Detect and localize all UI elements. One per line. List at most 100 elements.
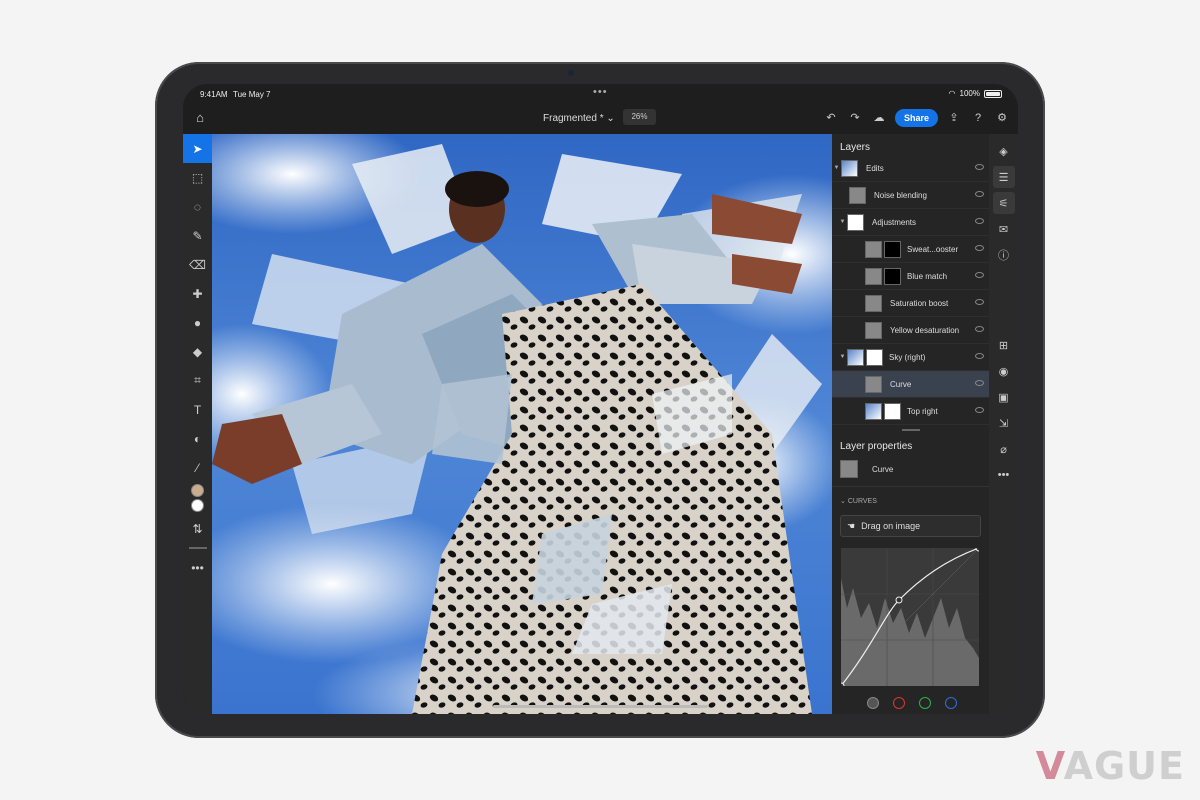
dodge-tool-icon[interactable]: ●: [183, 308, 212, 337]
home-icon[interactable]: ⌂: [191, 110, 209, 128]
layer-row-sky-right[interactable]: ▼ Sky (right): [832, 344, 989, 371]
help-icon[interactable]: ?: [970, 110, 986, 126]
mask-icon[interactable]: ▣: [993, 386, 1015, 408]
layer-row-blue-match[interactable]: Blue match: [832, 263, 989, 290]
clear-icon[interactable]: ⌀: [993, 438, 1015, 460]
layer-name: Blue match: [907, 271, 948, 281]
curve-point-mid[interactable]: [895, 596, 903, 604]
app-topbar: ⌂ Fragmented * ⌄ 26% ↶ ↷ ☁ Share ⇪ ? ⚙: [183, 104, 1018, 134]
multitask-dots-icon[interactable]: •••: [593, 86, 608, 98]
visibility-eye-icon[interactable]: [975, 407, 984, 413]
status-time: 9:41AM: [200, 90, 228, 99]
collapse-caret-icon[interactable]: ▼: [832, 165, 841, 171]
settings-gear-icon[interactable]: ⚙: [994, 110, 1010, 126]
channel-rgb-button[interactable]: [867, 697, 879, 709]
wifi-icon: ◠: [948, 89, 956, 98]
visibility-eye-icon[interactable]: [975, 353, 984, 359]
info-icon[interactable]: ⓘ: [993, 244, 1015, 266]
merge-icon[interactable]: ⇲: [993, 412, 1015, 434]
undo-icon[interactable]: ↶: [823, 110, 839, 126]
layer-row-curve[interactable]: Curve: [832, 371, 989, 398]
type-tool-icon[interactable]: T: [183, 395, 212, 424]
home-indicator[interactable]: [493, 705, 708, 708]
cloud-sync-icon[interactable]: ☁: [871, 110, 887, 126]
channel-green-button[interactable]: [919, 697, 931, 709]
properties-sliders-icon[interactable]: ⚟: [992, 192, 1015, 214]
more-tools-icon[interactable]: •••: [183, 553, 212, 582]
visibility-icon[interactable]: ◉: [993, 360, 1015, 382]
right-rail: ◈ ☰ ⚟ ✉ ⓘ ⊞ ◉ ▣ ⇲ ⌀ •••: [989, 134, 1018, 714]
select-tool-icon[interactable]: ➤: [183, 134, 212, 163]
export-icon[interactable]: ⇪: [946, 110, 962, 126]
collapse-caret-icon[interactable]: ▼: [838, 219, 847, 225]
layer-thumbnail: [849, 186, 866, 204]
chevron-down-icon: ⌄: [840, 498, 846, 505]
layer-thumbnail: [847, 213, 864, 231]
document-title: Fragmented *: [543, 113, 604, 124]
layer-row-noise-blending[interactable]: Noise blending: [832, 182, 989, 209]
layers-panel-title: Layers: [840, 142, 871, 153]
zoom-level[interactable]: 26%: [623, 109, 656, 125]
eraser-tool-icon[interactable]: ⌫: [183, 250, 212, 279]
visibility-eye-icon[interactable]: [975, 245, 984, 251]
layer-mask-thumbnail: [884, 267, 901, 285]
layer-thumbnail: [865, 402, 882, 420]
properties-layer-name: Curve: [872, 464, 894, 474]
comment-icon[interactable]: ✉: [993, 218, 1015, 240]
visibility-eye-icon[interactable]: [975, 272, 984, 278]
visibility-eye-icon[interactable]: [975, 326, 984, 332]
channel-blue-button[interactable]: [945, 697, 957, 709]
curves-graph[interactable]: [837, 544, 983, 690]
layer-thumbnail: [865, 321, 882, 339]
layer-thumbnail: [841, 159, 858, 177]
layer-row-sweat-booster[interactable]: Sweat...ooster: [832, 236, 989, 263]
document-title-dropdown[interactable]: Fragmented * ⌄: [543, 113, 615, 124]
foreground-color-swatch[interactable]: [191, 484, 204, 497]
eyedropper-tool-icon[interactable]: ⁄: [183, 453, 212, 482]
healing-tool-icon[interactable]: ✚: [183, 279, 212, 308]
redo-icon[interactable]: ↷: [847, 110, 863, 126]
channel-red-button[interactable]: [893, 697, 905, 709]
curves-section-label: CURVES: [847, 498, 877, 505]
visibility-eye-icon[interactable]: [975, 191, 984, 197]
status-date: Tue May 7: [233, 90, 271, 99]
visibility-eye-icon[interactable]: [975, 164, 984, 170]
tool-bar: ➤ ⬚ ◌ ✎ ⌫ ✚ ● ◆ ⌗ T ◐ ⁄ ⇅ •••: [183, 134, 212, 714]
add-layer-icon[interactable]: ⊞: [993, 334, 1015, 356]
more-options-icon[interactable]: •••: [993, 464, 1015, 486]
hand-drag-icon: ☚: [847, 520, 856, 531]
layer-name: Top right: [907, 406, 938, 416]
crop-tool-icon[interactable]: ⌗: [183, 366, 212, 395]
swap-colors-icon[interactable]: ⇅: [183, 514, 212, 543]
toolbar-divider: [188, 547, 207, 549]
curve-icon: [840, 460, 858, 478]
brush-tool-icon[interactable]: ✎: [183, 221, 212, 250]
share-button[interactable]: Share: [894, 109, 938, 127]
collapse-caret-icon[interactable]: ▼: [838, 354, 847, 360]
layer-thumbnail: [865, 240, 882, 258]
front-camera: [568, 70, 574, 76]
layer-mask-thumbnail: [866, 348, 883, 366]
drag-on-image-button[interactable]: ☚ Drag on image: [840, 515, 981, 537]
background-color-swatch[interactable]: [191, 499, 204, 512]
visibility-eye-icon[interactable]: [975, 299, 984, 305]
layer-name: Sky (right): [889, 352, 926, 362]
image-canvas[interactable]: [212, 134, 832, 714]
chevron-down-icon: ⌄: [606, 113, 615, 124]
adjust-tool-icon[interactable]: ◐: [183, 424, 212, 453]
transform-tool-icon[interactable]: ⬚: [183, 163, 212, 192]
layer-row-saturation-boost[interactable]: Saturation boost: [832, 290, 989, 317]
layer-row-yellow-desaturation[interactable]: Yellow desaturation: [832, 317, 989, 344]
layer-row-top-right[interactable]: Top right: [832, 398, 989, 425]
layer-row-adjustments[interactable]: ▼ Adjustments: [832, 209, 989, 236]
layer-stack-icon[interactable]: ☰: [992, 166, 1015, 188]
panel-resize-handle[interactable]: [901, 429, 920, 431]
layer-properties-title: Layer properties: [840, 441, 913, 452]
visibility-eye-icon[interactable]: [975, 218, 984, 224]
fill-tool-icon[interactable]: ◆: [183, 337, 212, 366]
layer-row-edits[interactable]: ▼ Edits: [832, 155, 989, 182]
layers-icon[interactable]: ◈: [993, 140, 1015, 162]
lasso-tool-icon[interactable]: ◌: [183, 192, 212, 221]
visibility-eye-icon[interactable]: [975, 380, 984, 386]
curves-section-toggle[interactable]: ⌄ CURVES: [832, 486, 989, 511]
